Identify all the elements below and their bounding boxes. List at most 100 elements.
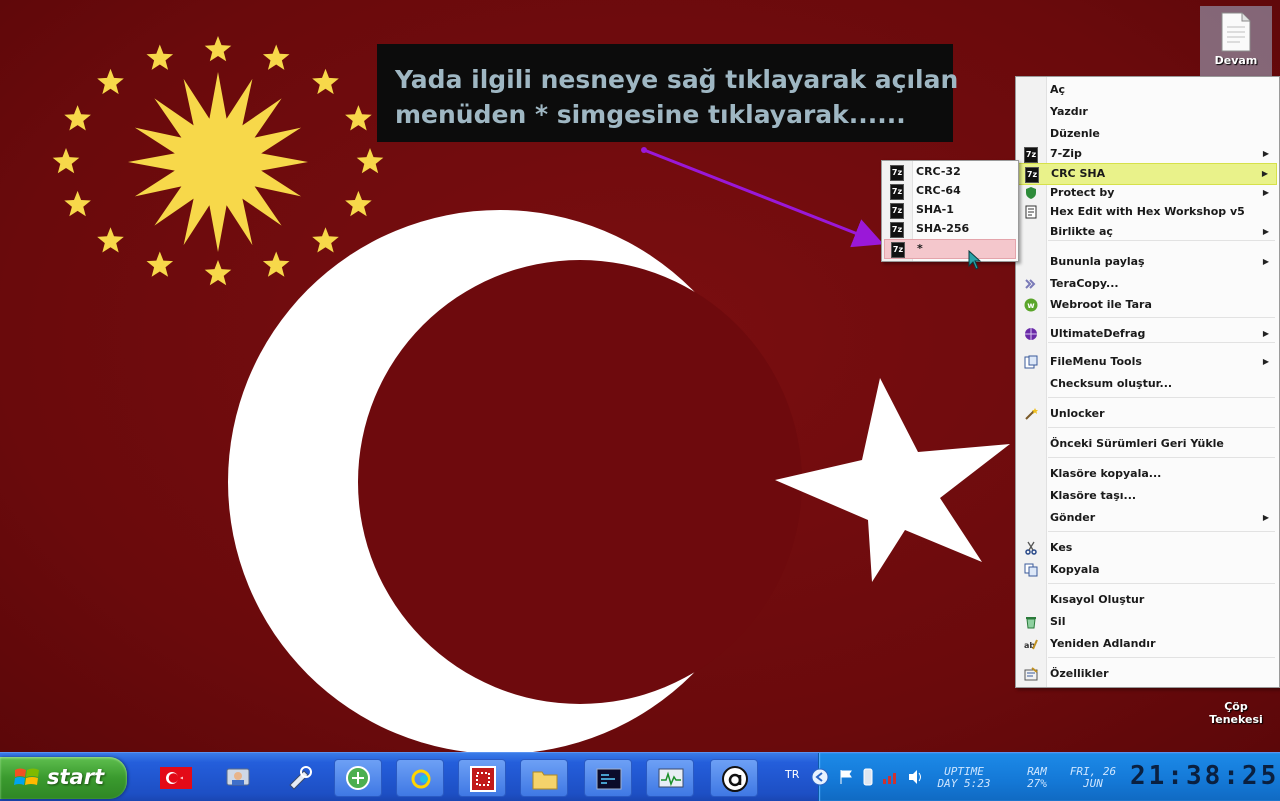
small-star (345, 105, 372, 131)
context-menu-item[interactable]: Kopyala (1018, 560, 1277, 580)
context-menu-item[interactable]: Unlocker (1018, 404, 1277, 424)
small-star (97, 227, 124, 253)
start-label: start (47, 765, 105, 789)
context-menu-item-label: Özellikler (1050, 667, 1109, 680)
context-menu-item[interactable]: FileMenu Tools ▶ (1018, 352, 1277, 372)
date-widget[interactable]: FRI, 26 JUN (1063, 766, 1123, 790)
folder-icon (532, 771, 558, 790)
context-menu-item[interactable]: 7z CRC SHA ▶ (1018, 163, 1277, 185)
7zip-icon: 7z (1025, 167, 1039, 183)
file-label: Devam (1214, 54, 1258, 67)
context-menu-item-label: UltimateDefrag (1050, 327, 1146, 340)
taskbar-console-button[interactable] (584, 759, 632, 797)
taskbar-browser-button[interactable] (334, 759, 382, 797)
context-menu-item[interactable]: Kısayol Oluştur (1018, 590, 1277, 610)
context-menu-item-label: Kes (1050, 541, 1073, 554)
context-menu-item-label: Checksum oluştur... (1050, 377, 1173, 390)
taskbar-app2-button[interactable] (396, 759, 444, 797)
windows-logo-icon (14, 768, 39, 785)
context-menu-item-label: 7-Zip (1050, 147, 1082, 160)
small-star (97, 68, 124, 95)
taskbar-tool-button[interactable] (276, 759, 324, 797)
context-menu-item[interactable]: Bununla paylaş ▶ (1018, 252, 1277, 272)
desktop[interactable]: Yada ilgili nesneye sağ tıklayarak açıla… (0, 0, 1280, 752)
context-menu-item[interactable]: Klasöre taşı... (1018, 486, 1277, 506)
taskbar-app-a-button[interactable] (710, 759, 758, 797)
tray-back-icon[interactable] (811, 768, 829, 786)
context-menu-item[interactable]: Kes (1018, 538, 1277, 558)
console-icon (596, 768, 622, 790)
context-menu-item[interactable]: UltimateDefrag ▶ (1018, 324, 1277, 344)
uptime-widget: UPTIME DAY 5:23 (931, 766, 997, 790)
context-menu-item[interactable]: Aç (1018, 80, 1277, 100)
taskbar-flag-button[interactable] (152, 759, 200, 797)
context-menu-item-label: Önceki Sürümleri Geri Yükle (1050, 437, 1224, 450)
context-menu-item[interactable]: Önceki Sürümleri Geri Yükle (1018, 434, 1277, 454)
taskbar-app3-button[interactable] (458, 759, 506, 797)
submenu-item-label: CRC-64 (916, 184, 961, 197)
submenu-item[interactable]: 7z SHA-1 (884, 201, 1016, 219)
context-menu-item[interactable]: Protect by ▶ (1018, 183, 1277, 203)
submenu-item-label: CRC-32 (916, 165, 961, 178)
context-menu-item-label: Hex Edit with Hex Workshop v5 (1050, 205, 1245, 218)
context-menu-item-label: Kısayol Oluştur (1050, 593, 1145, 606)
crc-sha-submenu: 7z CRC-32 7z CRC-64 7z SHA-1 7z SHA-256 7z * (881, 160, 1019, 262)
user-computer-icon (226, 768, 250, 786)
submenu-item[interactable]: 7z SHA-256 (884, 220, 1016, 238)
settings-tool-icon (289, 766, 312, 790)
context-menu-item[interactable]: 7z 7-Zip ▶ (1018, 144, 1277, 164)
context-menu-item[interactable]: Sil (1018, 612, 1277, 632)
context-menu-item[interactable]: Checksum oluştur... (1018, 374, 1277, 394)
submenu-item[interactable]: 7z CRC-32 (884, 163, 1016, 181)
taskbar-explorer-button[interactable] (520, 759, 568, 797)
context-menu-item-label: FileMenu Tools (1050, 355, 1142, 368)
context-menu-item[interactable]: Düzenle (1018, 124, 1277, 144)
turkish-flag-icon (160, 767, 192, 789)
submenu-item[interactable]: 7z * (884, 239, 1016, 259)
small-star (262, 251, 290, 277)
context-menu-item[interactable]: Yazdır (1018, 102, 1277, 122)
start-button[interactable]: start (0, 757, 127, 799)
taskbar-user-button[interactable] (214, 759, 262, 797)
small-star (356, 148, 384, 174)
small-star (262, 44, 290, 70)
context-menu-item[interactable]: Özellikler (1018, 664, 1277, 684)
menu-separator (1048, 457, 1275, 458)
properties-icon (1024, 667, 1038, 681)
context-menu-item[interactable]: Birlikte aç ▶ (1018, 222, 1277, 242)
filemenu-icon (1024, 355, 1038, 369)
taskbar-monitor-button[interactable] (646, 759, 694, 797)
flag-star (775, 378, 1010, 582)
tray-flag-icon[interactable] (839, 769, 853, 785)
letter-a-app-icon (722, 766, 748, 792)
scissors-icon (1024, 541, 1038, 555)
small-star (64, 105, 91, 131)
tray-device-icon[interactable] (861, 768, 875, 786)
context-menu-item-label: CRC SHA (1051, 167, 1106, 180)
context-menu-item[interactable]: TeraCopy... (1018, 274, 1277, 294)
context-menu-item[interactable]: ab Yeniden Adlandır (1018, 634, 1277, 654)
context-menu-item-label: Birlikte aç (1050, 225, 1113, 238)
context-menu-item[interactable]: Gönder ▶ (1018, 508, 1277, 528)
small-star (345, 190, 372, 217)
context-menu-item-label: Yazdır (1050, 105, 1088, 118)
tray-network-icon[interactable] (881, 769, 901, 785)
context-menu-item[interactable]: w Webroot ile Tara (1018, 295, 1277, 315)
digital-clock[interactable]: 21:38:25 (1130, 761, 1279, 791)
menu-separator (1048, 427, 1275, 428)
language-indicator[interactable]: TR (785, 768, 799, 781)
7zip-icon: 7z (890, 165, 904, 181)
document-icon (1220, 12, 1252, 52)
desktop-file-icon[interactable]: Devam (1200, 6, 1272, 76)
context-menu-item[interactable]: Klasöre kopyala... (1018, 464, 1277, 484)
recycle-bin-icon[interactable]: Çöp Tenekesi (1200, 684, 1272, 726)
submenu-arrow-icon: ▶ (1262, 149, 1269, 158)
submenu-item[interactable]: 7z CRC-64 (884, 182, 1016, 200)
context-menu-item[interactable]: Hex Edit with Hex Workshop v5 (1018, 202, 1277, 222)
menu-separator (1048, 397, 1275, 398)
volume-icon[interactable] (907, 769, 925, 785)
wand-icon (1024, 407, 1038, 421)
submenu-arrow-icon: ▶ (1262, 188, 1269, 197)
small-star (204, 260, 232, 286)
recycle-bin-label-1: Çöp (1224, 700, 1248, 713)
